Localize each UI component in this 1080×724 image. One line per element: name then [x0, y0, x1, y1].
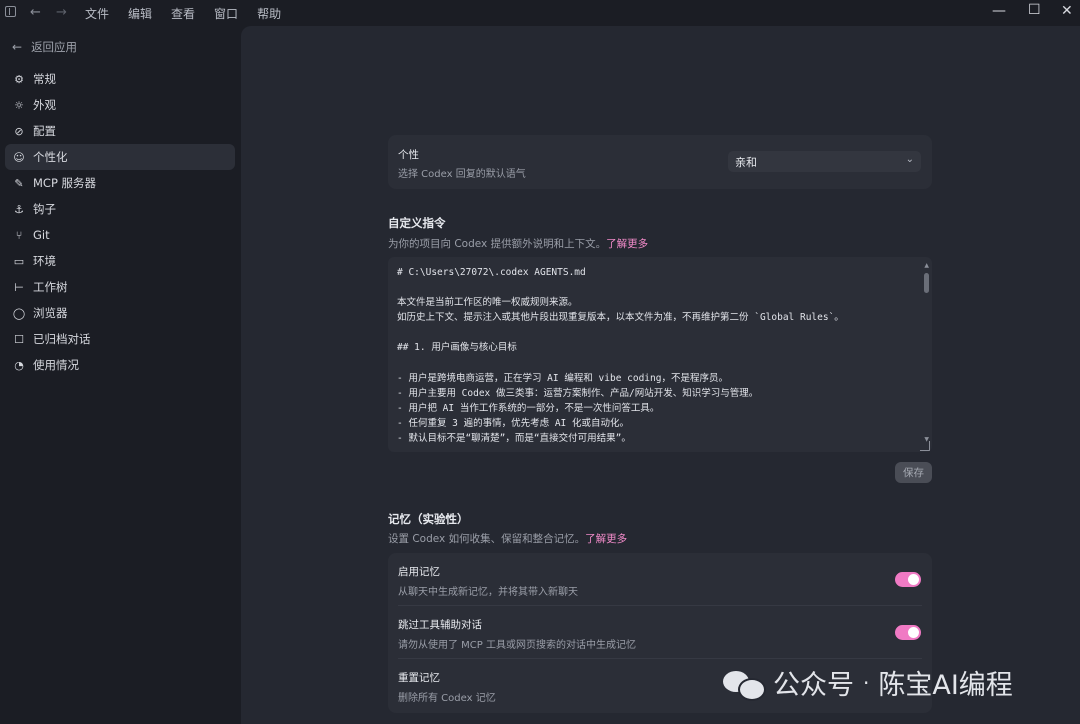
sidebar-item-label: 配置	[33, 124, 56, 138]
toggle-sidebar-icon[interactable]	[5, 6, 16, 17]
menu-edit[interactable]: 编辑	[128, 5, 152, 22]
skip-tool-chats-subtitle: 请勿从使用了 MCP 工具或网页搜索的对话中生成记忆	[398, 640, 636, 651]
arrow-left-icon: ←	[12, 40, 23, 54]
save-button[interactable]: 保存	[895, 462, 932, 483]
reset-memory-subtitle: 删除所有 Codex 记忆	[398, 693, 496, 704]
smile-icon: ☺	[13, 150, 25, 164]
archive-icon: ☐	[14, 332, 24, 346]
sidebar-item-label: 使用情况	[33, 358, 79, 372]
sidebar-item-hooks[interactable]: ⚓ 钩子	[5, 196, 235, 222]
sidebar-item-label: 浏览器	[33, 306, 68, 320]
maximize-icon[interactable]: ☐	[1028, 2, 1041, 18]
personality-select[interactable]: 亲和 ⌄	[728, 151, 921, 172]
sidebar-item-label: 工作树	[33, 280, 68, 294]
chevron-down-icon: ⌄	[905, 154, 914, 165]
git-branch-icon: ⑂	[15, 228, 23, 242]
sidebar-item-git[interactable]: ⑂ Git	[5, 222, 235, 248]
personality-title: 个性	[398, 149, 419, 161]
forward-arrow-icon[interactable]: →	[56, 5, 67, 20]
close-icon[interactable]: ✕	[1061, 3, 1073, 19]
sidebar-item-usage[interactable]: ◔ 使用情况	[5, 352, 235, 378]
back-to-app-link[interactable]: ← 返回应用	[12, 39, 77, 55]
toggle-knob	[908, 574, 919, 585]
sidebar-item-general[interactable]: ⚙ 常规	[5, 66, 235, 92]
sidebar: ← 返回应用 ⚙ 常规 ☼ 外观 ⊘ 配置 ☺ 个性化 ✎ MCP 服务器 ⚓ …	[0, 26, 241, 724]
memory-subtitle: 设置 Codex 如何收集、保留和整合记忆。了解更多	[388, 531, 627, 546]
row-divider	[398, 605, 922, 606]
back-arrow-icon[interactable]: ←	[30, 5, 41, 20]
settings-nav: ⚙ 常规 ☼ 外观 ⊘ 配置 ☺ 个性化 ✎ MCP 服务器 ⚓ 钩子 ⑂ Gi…	[5, 66, 235, 378]
menu-file[interactable]: 文件	[85, 5, 109, 22]
custom-instructions-title: 自定义指令	[388, 216, 446, 230]
sidebar-item-label: 环境	[33, 254, 56, 268]
sidebar-item-browser[interactable]: ◯ 浏览器	[5, 300, 235, 326]
menu-help[interactable]: 帮助	[257, 5, 281, 22]
enable-memory-toggle[interactable]	[895, 572, 921, 587]
menu-view[interactable]: 查看	[171, 5, 195, 22]
worktree-icon: ⊢	[14, 280, 24, 294]
sun-icon: ☼	[14, 98, 24, 112]
learn-more-link[interactable]: 了解更多	[606, 238, 648, 250]
back-to-app-label: 返回应用	[31, 40, 78, 54]
skip-tool-chats-title: 跳过工具辅助对话	[398, 619, 482, 631]
personality-subtitle: 选择 Codex 回复的默认语气	[398, 169, 526, 180]
sidebar-item-environment[interactable]: ▭ 环境	[5, 248, 235, 274]
sidebar-item-label: Git	[33, 228, 50, 242]
row-divider	[398, 658, 922, 659]
title-bar: ← → 文件 编辑 查看 窗口 帮助 — ☐ ✕	[0, 0, 1080, 26]
editor-scrollbar[interactable]	[924, 273, 929, 293]
terminal-icon: ▭	[13, 254, 25, 268]
gauge-icon: ◔	[14, 358, 24, 372]
sidebar-item-appearance[interactable]: ☼ 外观	[5, 92, 235, 118]
watermark-text-2: 陈宝AI编程	[878, 670, 1013, 701]
custom-instructions-editor[interactable]: # C:\Users\27072\.codex AGENTS.md 本文件是当前…	[388, 257, 932, 452]
scroll-up-icon[interactable]: ▲	[924, 262, 929, 269]
sidebar-item-label: 常规	[33, 72, 56, 86]
personality-selected-value: 亲和	[735, 155, 757, 169]
mcp-icon: ✎	[14, 176, 24, 190]
sidebar-item-label: 外观	[33, 98, 56, 112]
wechat-icon	[723, 668, 766, 701]
custom-instructions-desc: 为你的项目向 Codex 提供额外说明和上下文。	[388, 238, 607, 250]
skip-tool-chats-toggle[interactable]	[895, 625, 921, 640]
minimize-icon[interactable]: —	[992, 3, 1006, 19]
sidebar-item-label: 个性化	[33, 150, 68, 164]
sidebar-item-label: 已归档对话	[33, 332, 91, 346]
watermark-text-1: 公众号	[773, 670, 854, 701]
menu-window[interactable]: 窗口	[214, 5, 238, 22]
memory-title: 记忆（实验性）	[388, 512, 469, 526]
reset-memory-title: 重置记忆	[398, 672, 440, 684]
toggle-knob	[908, 627, 919, 638]
watermark-separator: ·	[863, 670, 870, 695]
gear-icon: ⚙	[14, 72, 24, 86]
sidebar-item-label: 钩子	[33, 202, 56, 216]
learn-more-link[interactable]: 了解更多	[585, 533, 627, 545]
sidebar-item-archived[interactable]: ☐ 已归档对话	[5, 326, 235, 352]
sidebar-item-config[interactable]: ⊘ 配置	[5, 118, 235, 144]
custom-instructions-text[interactable]: # C:\Users\27072\.codex AGENTS.md 本文件是当前…	[397, 265, 912, 446]
sidebar-item-worktree[interactable]: ⊢ 工作树	[5, 274, 235, 300]
menu-bar: 文件 编辑 查看 窗口 帮助	[85, 5, 300, 22]
config-icon: ⊘	[14, 124, 24, 138]
browser-icon: ◯	[12, 306, 26, 320]
memory-desc: 设置 Codex 如何收集、保留和整合记忆。	[388, 533, 586, 545]
resize-handle-icon[interactable]	[920, 441, 930, 451]
enable-memory-title: 启用记忆	[398, 566, 440, 578]
enable-memory-subtitle: 从聊天中生成新记忆，并将其带入新聊天	[398, 587, 578, 598]
sidebar-item-label: MCP 服务器	[33, 176, 97, 190]
sidebar-item-mcp[interactable]: ✎ MCP 服务器	[5, 170, 235, 196]
custom-instructions-subtitle: 为你的项目向 Codex 提供额外说明和上下文。了解更多	[388, 236, 648, 251]
sidebar-item-personalization[interactable]: ☺ 个性化	[5, 144, 235, 170]
wechat-watermark: 公众号 · 陈宝AI编程	[723, 663, 1013, 702]
anchor-icon: ⚓	[14, 202, 24, 216]
